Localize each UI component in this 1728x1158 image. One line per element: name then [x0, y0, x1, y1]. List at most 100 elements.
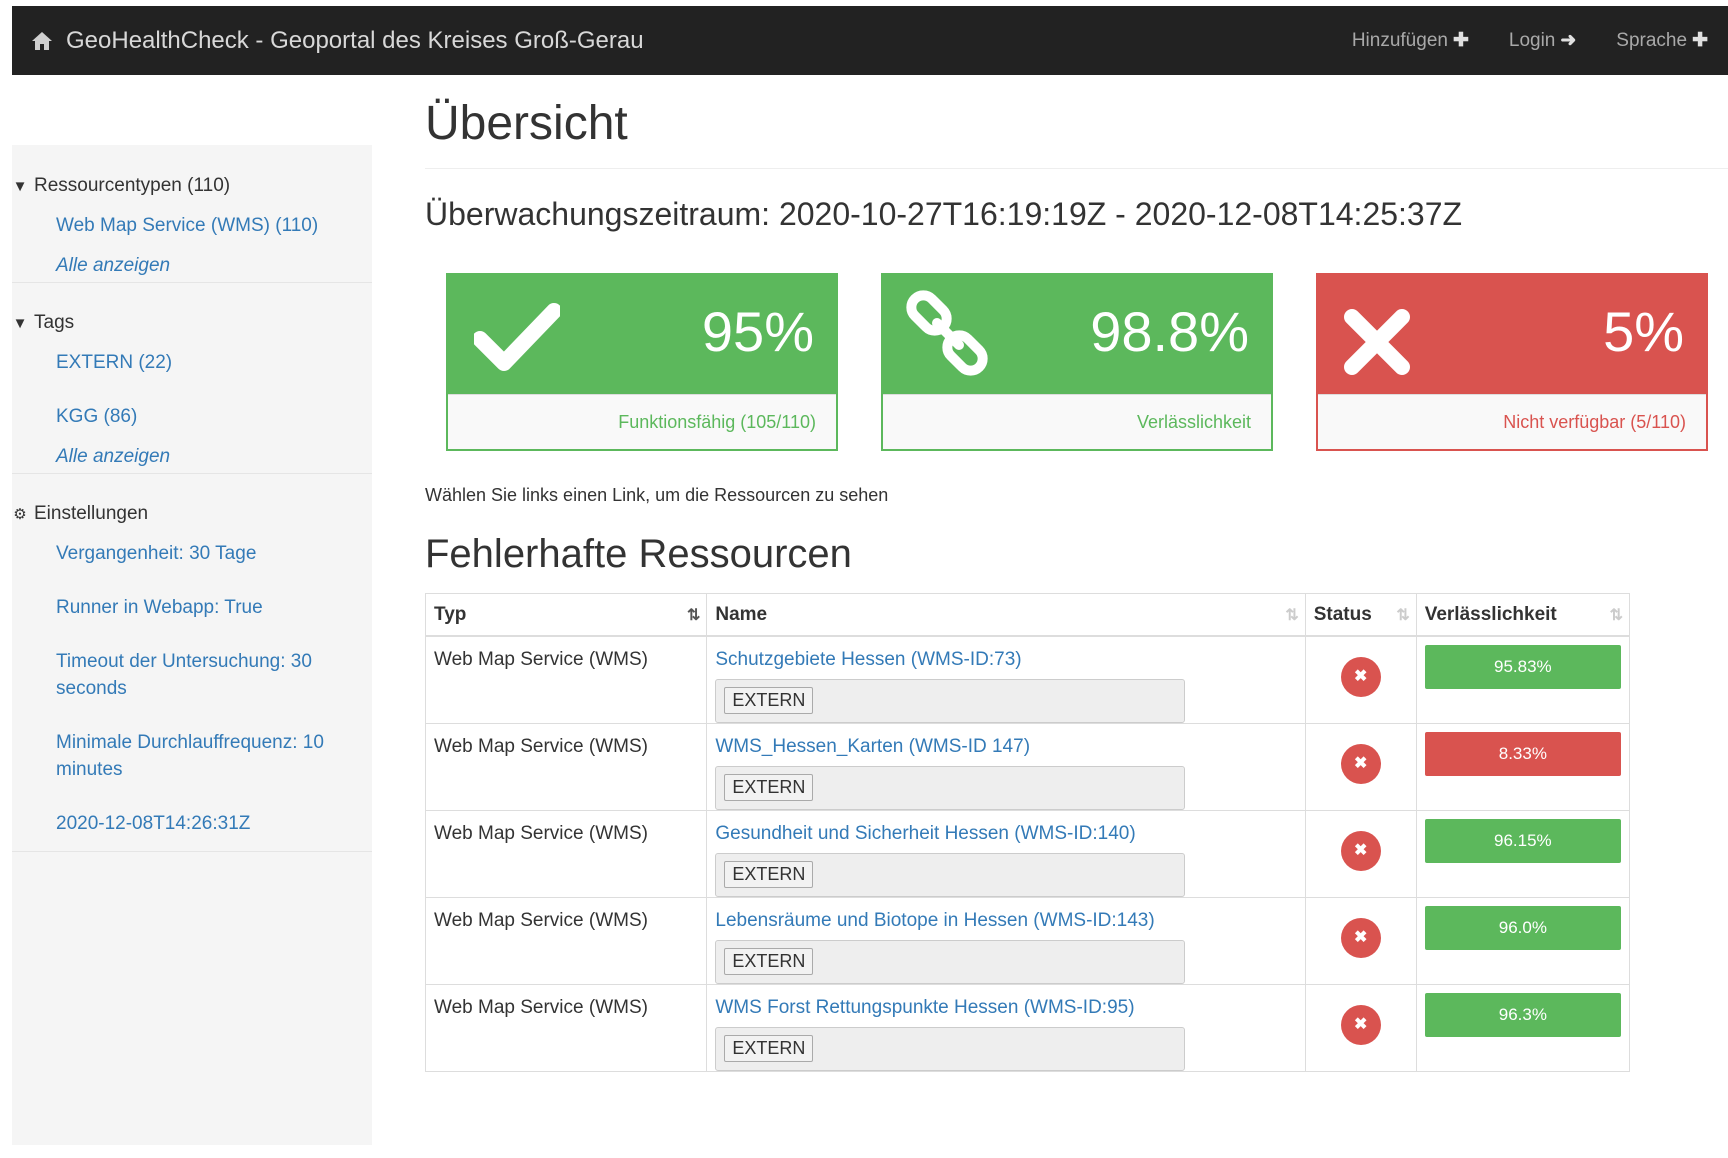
column-header-name[interactable]: Name ⇅	[706, 593, 1306, 637]
unavailable-label: Nicht verfügbar (5/110)	[1318, 394, 1706, 449]
sidebar-setting-runner[interactable]: Runner in Webapp: True	[56, 594, 346, 621]
brand-title: GeoHealthCheck - Geoportal des Kreises G…	[66, 26, 644, 54]
sign-in-icon: ➜	[1560, 30, 1577, 51]
reliability-percent: 98.8%	[1090, 300, 1249, 363]
reliability-bar: 96.0%	[1424, 906, 1621, 950]
sidebar-setting-timeout[interactable]: Timeout der Untersuchung: 30 seconds	[56, 648, 346, 702]
status-error-icon: ✖	[1340, 744, 1381, 784]
sidebar-setting-history[interactable]: Vergangenheit: 30 Tage	[56, 540, 346, 567]
table-row: Web Map Service (WMS) Gesundheit und Sic…	[424, 810, 1631, 898]
column-header-type[interactable]: Typ ⇅	[424, 593, 708, 637]
reliability-bar: 95.83%	[1424, 645, 1621, 689]
tags-heading-label: Tags	[34, 312, 75, 333]
tag-container: EXTERN	[715, 679, 1186, 723]
column-header-type-label: Typ	[434, 603, 467, 625]
table-row: Web Map Service (WMS) WMS Forst Rettungs…	[424, 984, 1631, 1072]
operational-label: Funktionsfähig (105/110)	[448, 394, 836, 449]
nav-add-label: Hinzufügen	[1351, 29, 1448, 51]
sidebar-divider	[12, 282, 372, 283]
page-title: Übersicht	[425, 97, 628, 150]
times-icon	[1344, 309, 1410, 375]
hint-text: Wählen Sie links einen Link, um die Ress…	[425, 485, 889, 505]
nav-language-link[interactable]: Sprache ✚	[1616, 29, 1708, 52]
sidebar-show-all-tags[interactable]: Alle anzeigen	[56, 443, 346, 470]
row-type: Web Map Service (WMS)	[434, 736, 648, 757]
unavailable-percent: 5%	[1603, 300, 1684, 363]
row-type: Web Map Service (WMS)	[434, 823, 648, 844]
reliability-bar: 8.33%	[1424, 732, 1621, 776]
title-divider	[425, 168, 1728, 169]
sidebar-setting-timestamp[interactable]: 2020-12-08T14:26:31Z	[56, 810, 346, 837]
nav-login-link[interactable]: Login ➜	[1509, 29, 1576, 52]
settings-heading-label: Einstellungen	[34, 503, 149, 524]
sidebar-item-tag-extern[interactable]: EXTERN (22)	[56, 349, 346, 376]
home-icon	[32, 31, 52, 50]
plus-icon: ✚	[1692, 30, 1708, 51]
tag-container: EXTERN	[715, 1027, 1186, 1071]
sidebar-item-tag-kgg[interactable]: KGG (86)	[56, 403, 346, 430]
tag-container: EXTERN	[715, 766, 1186, 810]
sidebar: ▼ Ressourcentypen (110) Web Map Service …	[12, 145, 372, 1145]
nav-login-label: Login	[1508, 29, 1556, 51]
sidebar-divider	[12, 473, 372, 474]
resource-types-heading-label: Ressourcentypen (110)	[34, 175, 231, 196]
table-row: Web Map Service (WMS) Schutzgebiete Hess…	[424, 635, 1631, 724]
gear-icon: ⚙	[13, 506, 27, 523]
panel-operational[interactable]: 95% Funktionsfähig (105/110)	[446, 273, 838, 451]
row-type: Web Map Service (WMS)	[434, 997, 648, 1018]
tag-badge[interactable]: EXTERN	[724, 948, 814, 975]
resource-link[interactable]: Gesundheit und Sicherheit Hessen (WMS-ID…	[715, 823, 1296, 845]
sort-icon: ⇅	[1396, 607, 1410, 624]
row-type: Web Map Service (WMS)	[434, 910, 648, 931]
sidebar-setting-frequency[interactable]: Minimale Durchlauffrequenz: 10 minutes	[56, 729, 346, 783]
top-navbar: GeoHealthCheck - Geoportal des Kreises G…	[12, 6, 1728, 75]
tag-container: EXTERN	[715, 940, 1186, 984]
check-icon	[474, 303, 560, 371]
tag-badge[interactable]: EXTERN	[724, 774, 814, 801]
faulty-resources-title: Fehlerhafte Ressourcen	[425, 532, 852, 576]
reliability-bar: 96.15%	[1424, 819, 1621, 863]
resource-link[interactable]: WMS Forst Rettungspunkte Hessen (WMS-ID:…	[715, 997, 1296, 1019]
sidebar-show-all-types[interactable]: Alle anzeigen	[56, 252, 346, 279]
sort-icon: ⇅	[1285, 607, 1299, 624]
panel-unavailable[interactable]: 5% Nicht verfügbar (5/110)	[1316, 273, 1708, 451]
monitoring-period: Überwachungszeitraum: 2020-10-27T16:19:1…	[425, 196, 1463, 232]
column-header-status[interactable]: Status ⇅	[1304, 593, 1417, 637]
table-row: Web Map Service (WMS) WMS_Hessen_Karten …	[424, 723, 1631, 811]
filter-icon: ▼	[12, 177, 28, 195]
nav-language-label: Sprache	[1616, 29, 1688, 51]
column-header-reliability-label: Verlässlichkeit	[1424, 603, 1557, 625]
sidebar-item-wms[interactable]: Web Map Service (WMS) (110)	[56, 212, 346, 239]
status-error-icon: ✖	[1340, 918, 1381, 958]
column-header-reliability[interactable]: Verlässlichkeit ⇅	[1415, 593, 1631, 637]
table-row: Web Map Service (WMS) Lebensräume und Bi…	[424, 897, 1631, 985]
tags-heading: ▼ Tags	[12, 312, 75, 334]
resource-link[interactable]: Lebensräume und Biotope in Hessen (WMS-I…	[715, 910, 1296, 932]
resource-link[interactable]: WMS_Hessen_Karten (WMS-ID 147)	[715, 736, 1296, 758]
panel-reliability[interactable]: 98.8% Verlässlichkeit	[881, 273, 1273, 451]
column-header-status-label: Status	[1313, 603, 1372, 625]
plus-icon: ✚	[1452, 30, 1469, 51]
status-error-icon: ✖	[1340, 831, 1381, 871]
tag-badge[interactable]: EXTERN	[724, 861, 814, 888]
row-type: Web Map Service (WMS)	[434, 649, 648, 670]
status-error-icon: ✖	[1340, 657, 1381, 697]
operational-percent: 95%	[701, 300, 814, 363]
resource-types-heading: ▼ Ressourcentypen (110)	[12, 175, 231, 197]
filter-icon: ▼	[12, 314, 28, 332]
faulty-resources-table: Typ ⇅ Name ⇅ Status ⇅ Verlässlichkeit ⇅ …	[424, 593, 1631, 1072]
link-icon	[906, 290, 988, 376]
tag-badge[interactable]: EXTERN	[724, 1035, 814, 1062]
tag-container: EXTERN	[715, 853, 1186, 897]
sort-asc-icon: ⇅	[686, 607, 701, 624]
nav-add-link[interactable]: Hinzufügen ✚	[1352, 29, 1469, 52]
sort-icon: ⇅	[1609, 607, 1623, 624]
brand-link[interactable]: GeoHealthCheck - Geoportal des Kreises G…	[30, 27, 644, 55]
sidebar-divider	[12, 851, 372, 852]
reliability-label: Verlässlichkeit	[883, 394, 1271, 449]
tag-badge[interactable]: EXTERN	[724, 687, 814, 714]
resource-link[interactable]: Schutzgebiete Hessen (WMS-ID:73)	[715, 649, 1296, 671]
status-error-icon: ✖	[1340, 1005, 1381, 1045]
reliability-bar: 96.3%	[1424, 993, 1621, 1037]
column-header-name-label: Name	[715, 603, 768, 625]
